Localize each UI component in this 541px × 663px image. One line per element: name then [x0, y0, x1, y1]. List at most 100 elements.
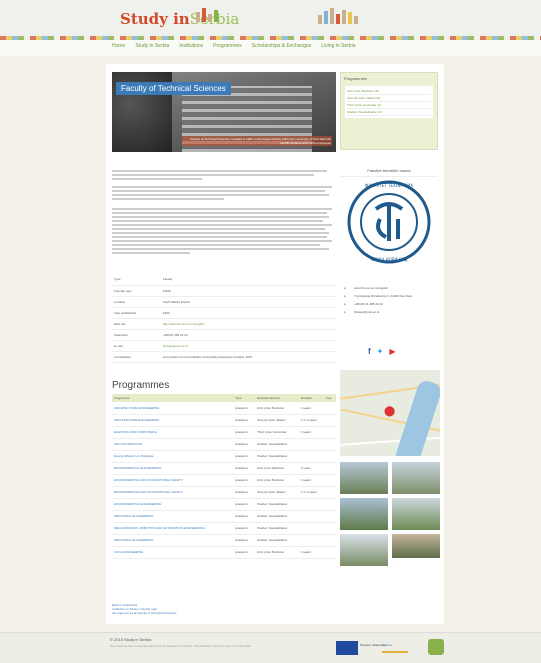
info-value[interactable]: ftndean@uns.ac.rs [160, 340, 336, 352]
info-value: Public [160, 285, 336, 297]
globe-icon: ● [344, 286, 346, 290]
page: Study inSerbia Home Study in Serbia Inst… [0, 0, 541, 663]
nav-institutions[interactable]: Institutions [179, 43, 203, 49]
programme-level-item[interactable]: Second cycle: Master (9) [347, 95, 431, 102]
gallery-photo[interactable] [340, 498, 388, 530]
programme-name-link[interactable]: ENVIRONMENTAL AND OCCUPATIONAL SAFETY [112, 474, 234, 487]
info-label: Year established [112, 307, 161, 319]
programme-name-link[interactable]: MECHATRONICS, ROBOTICS AND AUTOMATION EN… [112, 522, 234, 535]
programmes-column-header[interactable]: Duration [298, 394, 325, 402]
eu-flag-logo [336, 641, 358, 655]
programme-row: INDUSTRIAL ENGINEERING Academic Studies: S… [112, 534, 336, 547]
header-decoration [196, 8, 218, 22]
programme-row: ARCHITECTURE ENGINEERING Academic First cy… [112, 402, 336, 415]
programme-cell: Studies: Specialization [255, 450, 299, 463]
contact-address: ● Trg Dositeja Obradovića 6, 21000 Novi S… [344, 294, 440, 299]
programme-cell [324, 486, 336, 499]
programme-name-link[interactable]: ARCHITECTURE ENGINEERING [112, 414, 234, 427]
programme-cell [324, 426, 336, 439]
programmes-column-header[interactable]: Fee [324, 394, 336, 402]
programme-cell [324, 414, 336, 427]
programmes-column-header[interactable]: Educational level [255, 394, 299, 402]
programmes-column-header[interactable]: Programme [112, 394, 234, 402]
contact-phone-text: +381(0) 21 485 22 22 [354, 302, 383, 306]
programme-name-link[interactable]: GEO INFORMATICS [112, 438, 234, 451]
gallery-photo[interactable] [392, 534, 440, 558]
programme-level-item[interactable]: Studies: Specialization (3) [347, 109, 431, 116]
programme-cell: Studies: Specialization [255, 438, 299, 451]
programme-row: ELECTRIC AND COMPUTER E. Academic Third cy… [112, 426, 336, 439]
programme-cell [298, 510, 325, 523]
programme-name-link[interactable]: CIVIL ENGINEERING [112, 546, 234, 559]
description-paragraph-2 [112, 184, 336, 202]
social-links: f ✦ ▶ [368, 347, 396, 356]
twitter-icon[interactable]: ✦ [377, 347, 384, 356]
partner-logo: Serbian [382, 643, 408, 653]
sidebar-title: Fakultet tehničkih nauka [340, 168, 438, 177]
info-label: Accreditation [112, 351, 161, 363]
info-label: Location [112, 296, 161, 308]
contact-web[interactable]: ● www.ftn.uns.ac.rs/english [344, 286, 440, 291]
programme-name-link[interactable]: ELECTRIC AND COMPUTER E. [112, 426, 234, 439]
programme-cell: Studies: Specialization [255, 522, 299, 535]
programme-cell [298, 450, 325, 463]
programme-cell: Academic [233, 462, 256, 475]
programme-name-link[interactable]: ENVIRONMENTAL ENGINEERING [112, 498, 234, 511]
info-row: Type Faculty [112, 274, 336, 286]
programme-name-link[interactable]: INDUSTRIAL ENGINEERING [112, 510, 234, 523]
programme-level-item[interactable]: First cycle: Bachelor (8) [347, 88, 431, 95]
nav-programmes[interactable]: Programmes [213, 43, 242, 49]
programme-cell: Second cycle: Master [255, 414, 299, 427]
contact-web-text: www.ftn.uns.ac.rs/english [354, 286, 388, 290]
info-label: Telephone [112, 329, 161, 341]
location-map[interactable]: ⬤ [340, 370, 440, 456]
programmes-column-header[interactable]: Type [233, 394, 256, 402]
info-row: Founder type Public [112, 285, 336, 297]
description-paragraph-1 [112, 168, 336, 182]
site-logo[interactable]: Study inSerbia [120, 10, 239, 28]
info-value: Commission for Accreditation and Quality… [160, 351, 336, 363]
gallery-photo[interactable] [340, 534, 388, 566]
hero-image: Faculty of Technical Sciences Faculty of… [112, 72, 336, 152]
gallery-photo[interactable] [340, 462, 388, 494]
programme-cell: Academic [233, 414, 256, 427]
site-header: Study inSerbia [0, 0, 541, 40]
nav-home[interactable]: Home [112, 43, 125, 49]
gallery-photo[interactable] [392, 498, 440, 530]
facebook-icon[interactable]: f [368, 347, 371, 356]
nav-study[interactable]: Study in Serbia [135, 43, 169, 49]
programme-name-link[interactable]: ENVIRONMENTAL ENGINEERING [112, 462, 234, 475]
faculty-seal-logo: ФАКУЛТЕТ ТЕХНИЧКИХ НАУКА НОВИ САД [347, 180, 431, 264]
all-programmes-link[interactable]: All programmes at Faculty of Technical S… [112, 611, 176, 615]
info-value[interactable]: http://www.ftn.uns.ac.rs/english [160, 318, 336, 330]
programme-level-item[interactable]: Third cycle: Doctorate (4) [347, 102, 431, 109]
programme-cell: Studies: Specialization [255, 498, 299, 511]
programme-cell [298, 498, 325, 511]
copyright: © 2015 Study in Serbia [110, 637, 152, 642]
contact-email[interactable]: ● ftndean@uns.ac.rs [344, 310, 440, 315]
contact-email-text: ftndean@uns.ac.rs [354, 310, 380, 314]
programmes-box-title: Programmes [344, 76, 367, 81]
programme-row: MECHATRONICS, ROBOTICS AND AUTOMATION EN… [112, 522, 336, 535]
main-nav: Home Study in Serbia Institutions Progra… [0, 40, 541, 56]
header-decoration-right [318, 8, 358, 24]
youtube-icon[interactable]: ▶ [389, 347, 395, 356]
programmes-table: Programme Type Educational level Duration Fe… [112, 394, 336, 559]
info-row: Year established 1960 [112, 307, 336, 319]
phone-icon: ● [344, 302, 346, 306]
seal-text-bottom: НАУКА НОВИ САД [371, 257, 408, 262]
programme-name-link[interactable]: ARCHITECTURE ENGINEERING [112, 402, 234, 415]
programme-cell [324, 450, 336, 463]
nav-scholarships[interactable]: Scholarships & Exchanges [252, 43, 311, 49]
programme-name-link[interactable]: ENVIRONMENTAL AND OCCUPATIONAL SAFETY [112, 486, 234, 499]
programme-name-link[interactable]: Energy Efficiency in Buildings [112, 450, 234, 463]
gallery-photo[interactable] [392, 462, 440, 494]
programme-cell: First cycle: Bachelor [255, 462, 299, 475]
programme-row: GEO INFORMATICS Academic Studies: Speciali… [112, 438, 336, 451]
programme-cell: 4 years [298, 474, 325, 487]
programme-name-link[interactable]: INDUSTRIAL ENGINEERING [112, 534, 234, 547]
programme-cell [298, 522, 325, 535]
nav-living[interactable]: Living in Serbia [321, 43, 355, 49]
programme-cell: First cycle: Bachelor [255, 474, 299, 487]
programme-cell: Academic [233, 474, 256, 487]
